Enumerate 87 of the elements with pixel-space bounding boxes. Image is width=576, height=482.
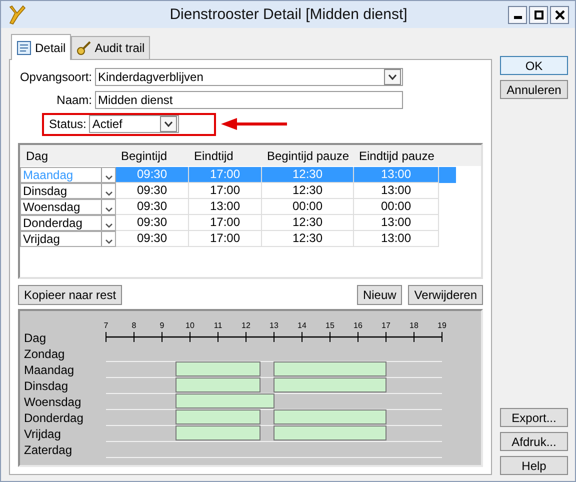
tick-label: 18 xyxy=(410,321,418,330)
tick-label: 13 xyxy=(270,321,278,330)
document-icon xyxy=(16,40,32,56)
table-row[interactable]: Donderdag 09:30 17:00 12:30 13:00 xyxy=(20,215,437,231)
day-dropdown[interactable]: Woensdag xyxy=(20,199,116,215)
row-label: Maandag xyxy=(24,363,74,377)
chevron-down-icon xyxy=(104,239,112,244)
tick-label: 12 xyxy=(242,321,250,330)
tick-label: 9 xyxy=(160,321,164,330)
dialog-button[interactable]: Annuleren xyxy=(500,80,568,99)
table-cell: 12:30 xyxy=(262,183,354,199)
tab[interactable]: Detail xyxy=(11,34,71,60)
tick-label: 16 xyxy=(354,321,362,330)
close-button[interactable] xyxy=(550,6,569,24)
tick-label: 17 xyxy=(382,321,390,330)
window-title: Dienstrooster Detail [Midden dienst] xyxy=(168,6,408,23)
table-cell: 09:30 xyxy=(116,183,189,199)
arrow-icon xyxy=(221,118,288,130)
column-header: Eindtijd xyxy=(193,148,234,162)
dialog-button[interactable]: OK xyxy=(500,56,568,75)
table-cell: 09:30 xyxy=(116,167,189,183)
status-dropdown[interactable]: Actief xyxy=(89,115,180,133)
table-row[interactable]: Woensdag 09:30 13:00 00:00 00:00 xyxy=(20,199,437,215)
table-cell: 17:00 xyxy=(189,215,262,231)
table-cell: 12:30 xyxy=(262,231,354,247)
table-cell: 09:30 xyxy=(116,215,189,231)
maximize-icon xyxy=(534,10,544,20)
chevron-down-icon xyxy=(104,191,112,196)
new-button[interactable]: Nieuw xyxy=(356,285,402,305)
row-label: Dinsdag xyxy=(24,379,68,393)
field-label: Opvangsoort: xyxy=(18,70,93,84)
chevron-down-icon xyxy=(104,207,112,212)
tick-label: 11 xyxy=(214,321,222,330)
naam-field[interactable]: Midden dienst xyxy=(95,90,403,108)
dialog-button[interactable]: Help xyxy=(500,456,568,475)
table-cell: 13:00 xyxy=(354,231,439,247)
chevron-down-icon xyxy=(388,74,397,80)
column-header: Dag xyxy=(25,148,50,162)
table-cell: 13:00 xyxy=(189,199,262,215)
table-cell: 09:30 xyxy=(116,199,189,215)
table-cell: 13:00 xyxy=(354,215,439,231)
row-label: Zaterdag xyxy=(24,443,72,457)
day-dropdown[interactable]: Vrijdag xyxy=(20,231,116,247)
table-cell: 17:00 xyxy=(189,167,262,183)
table-cell: 17:00 xyxy=(189,231,262,247)
field-label: Status: xyxy=(49,117,88,131)
table-cell: 00:00 xyxy=(262,199,354,215)
maximize-button[interactable] xyxy=(529,6,548,24)
field-label: Naam: xyxy=(56,92,93,106)
table-cell: 13:00 xyxy=(354,183,439,199)
close-icon xyxy=(554,10,564,20)
table-cell: 12:30 xyxy=(262,167,354,183)
row-label: Vrijdag xyxy=(24,427,61,441)
delete-button[interactable]: Verwijderen xyxy=(408,285,483,305)
row-label: Dag xyxy=(24,331,46,345)
column-header: Begintijd xyxy=(120,148,168,162)
tick-label: 10 xyxy=(186,321,194,330)
table-row[interactable]: Dinsdag 09:30 17:00 12:30 13:00 xyxy=(20,183,437,199)
table-cell: 09:30 xyxy=(116,231,189,247)
day-dropdown[interactable]: Donderdag xyxy=(20,215,116,231)
tick-label: 8 xyxy=(132,321,136,330)
dialog-button[interactable]: Afdruk... xyxy=(500,432,568,451)
table-cell: 13:00 xyxy=(354,167,439,183)
opvangsoort-dropdown[interactable]: Kinderdagverblijven xyxy=(95,68,403,86)
table-row[interactable]: Vrijdag 09:30 17:00 12:30 13:00 xyxy=(20,231,437,247)
tick-label: 7 xyxy=(104,321,108,330)
minimize-button[interactable] xyxy=(508,6,527,24)
row-label: Zondag xyxy=(24,347,65,361)
copy-button[interactable]: Kopieer naar rest xyxy=(18,285,122,305)
day-dropdown[interactable]: Dinsdag xyxy=(20,183,116,199)
column-header: Begintijd pauze xyxy=(266,148,350,162)
chevron-down-icon xyxy=(164,121,174,127)
column-header: Eindtijd pauze xyxy=(358,148,436,162)
tab[interactable]: Audit trail xyxy=(70,36,150,59)
minimize-icon xyxy=(514,16,522,19)
table-cell: 17:00 xyxy=(189,183,262,199)
chevron-down-icon xyxy=(104,175,112,180)
tick-label: 15 xyxy=(326,321,334,330)
dialog-button[interactable]: Export... xyxy=(500,408,568,427)
tick-label: 14 xyxy=(298,321,306,330)
key-icon xyxy=(76,40,92,56)
table-cell: 00:00 xyxy=(354,199,439,215)
row-label: Donderdag xyxy=(24,411,84,425)
chevron-down-icon xyxy=(104,223,112,228)
tick-label: 19 xyxy=(438,321,446,330)
row-label: Woensdag xyxy=(24,395,82,409)
table-cell: 12:30 xyxy=(262,215,354,231)
